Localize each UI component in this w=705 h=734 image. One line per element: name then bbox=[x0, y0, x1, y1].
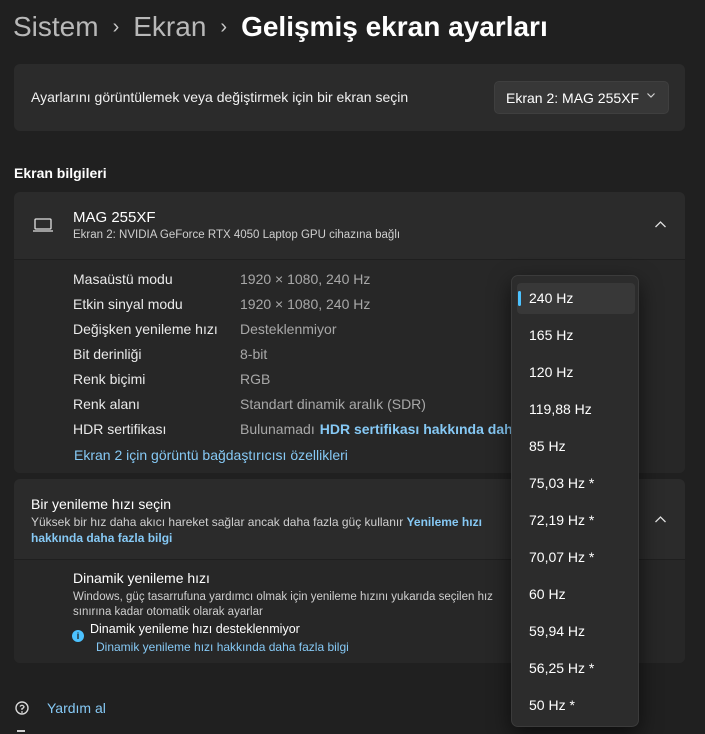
info-icon: i bbox=[72, 630, 84, 642]
selection-indicator bbox=[518, 291, 521, 306]
info-value: 1920 × 1080, 240 Hz bbox=[240, 296, 371, 312]
partial-icon bbox=[17, 730, 25, 732]
refresh-option[interactable]: 72,19 Hz * bbox=[517, 505, 635, 536]
monitor-name: MAG 255XF bbox=[73, 209, 156, 226]
chevron-down-icon bbox=[647, 93, 655, 98]
refresh-option[interactable]: 120 Hz bbox=[517, 357, 635, 388]
refresh-rate-desc-text: Yüksek bir hız daha akıcı hareket sağlar… bbox=[31, 515, 404, 529]
chevron-up-icon[interactable] bbox=[654, 220, 667, 229]
info-key: Masaüstü modu bbox=[73, 271, 173, 287]
page-title: Gelişmiş ekran ayarları bbox=[241, 11, 548, 42]
breadcrumb-ekran[interactable]: Ekran bbox=[133, 11, 206, 43]
display-dropdown-value: Ekran 2: MAG 255XF bbox=[506, 89, 640, 106]
info-key: Renk alanı bbox=[73, 396, 140, 412]
display-info-section-title: Ekran bilgileri bbox=[14, 165, 107, 181]
info-key: Bit derinliği bbox=[73, 346, 142, 362]
info-value: Desteklenmiyor bbox=[240, 321, 337, 337]
refresh-rate-title: Bir yenileme hızı seçin bbox=[31, 496, 172, 512]
refresh-option[interactable]: 119,88 Hz bbox=[517, 394, 635, 425]
refresh-option[interactable]: 60 Hz bbox=[517, 579, 635, 610]
breadcrumb: Sistem › Ekran › Gelişmiş ekran ayarları bbox=[13, 6, 548, 48]
refresh-option[interactable]: 75,03 Hz * bbox=[517, 468, 635, 499]
help-icon[interactable] bbox=[14, 700, 32, 718]
info-key: Etkin sinyal modu bbox=[73, 296, 183, 312]
info-key: Değişken yenileme hızı bbox=[73, 321, 218, 337]
breadcrumb-separator-icon: › bbox=[112, 15, 120, 38]
info-value: Standart dinamik aralık (SDR) bbox=[240, 396, 426, 412]
refresh-option-selected[interactable]: 240 Hz bbox=[517, 283, 635, 314]
refresh-option[interactable]: 165 Hz bbox=[517, 320, 635, 351]
dynamic-refresh-title: Dinamik yenileme hızı bbox=[73, 570, 210, 586]
hdr-cert-value: Bulunamadı bbox=[240, 421, 315, 437]
refresh-rate-description: Yüksek bir hız daha akıcı hareket sağlar… bbox=[31, 514, 491, 546]
info-value: 8-bit bbox=[240, 346, 268, 362]
get-help-link[interactable]: Yardım al bbox=[47, 700, 106, 716]
refresh-option-label: 240 Hz bbox=[529, 290, 574, 306]
monitor-subtitle: Ekran 2: NVIDIA GeForce RTX 4050 Laptop … bbox=[73, 229, 401, 241]
info-key: HDR sertifikası bbox=[73, 421, 167, 437]
display-select-label: Ayarlarını görüntülemek veya değiştirmek… bbox=[31, 89, 409, 105]
refresh-option[interactable]: 85 Hz bbox=[517, 431, 635, 462]
adapter-properties-link[interactable]: Ekran 2 için görüntü bağdaştırıcısı özel… bbox=[74, 447, 348, 463]
display-info-header[interactable]: MAG 255XF Ekran 2: NVIDIA GeForce RTX 40… bbox=[14, 192, 685, 260]
display-select-card: Ayarlarını görüntülemek veya değiştirmek… bbox=[14, 64, 685, 131]
dynamic-refresh-learn-more-link[interactable]: Dinamik yenileme hızı hakkında daha fazl… bbox=[96, 640, 349, 654]
refresh-option[interactable]: 56,25 Hz * bbox=[517, 653, 635, 684]
info-value: 1920 × 1080, 240 Hz bbox=[240, 271, 371, 287]
refresh-option[interactable]: 50 Hz * bbox=[517, 690, 635, 721]
refresh-option[interactable]: 70,07 Hz * bbox=[517, 542, 635, 573]
chevron-up-icon[interactable] bbox=[654, 515, 667, 524]
dynamic-refresh-description: Windows, güç tasarrufuna yardımcı olmak … bbox=[73, 591, 493, 618]
breadcrumb-separator-icon: › bbox=[220, 15, 228, 38]
laptop-icon bbox=[33, 218, 53, 232]
display-dropdown[interactable]: Ekran 2: MAG 255XF bbox=[494, 81, 669, 114]
info-value: RGB bbox=[240, 371, 271, 387]
refresh-rate-flyout: 240 Hz 165 Hz 120 Hz 119,88 Hz 85 Hz 75,… bbox=[511, 275, 639, 727]
dynamic-refresh-status: Dinamik yenileme hızı desteklenmiyor bbox=[90, 622, 300, 636]
refresh-option[interactable]: 59,94 Hz bbox=[517, 616, 635, 647]
breadcrumb-sistem[interactable]: Sistem bbox=[13, 11, 99, 43]
info-key: Renk biçimi bbox=[73, 371, 146, 387]
